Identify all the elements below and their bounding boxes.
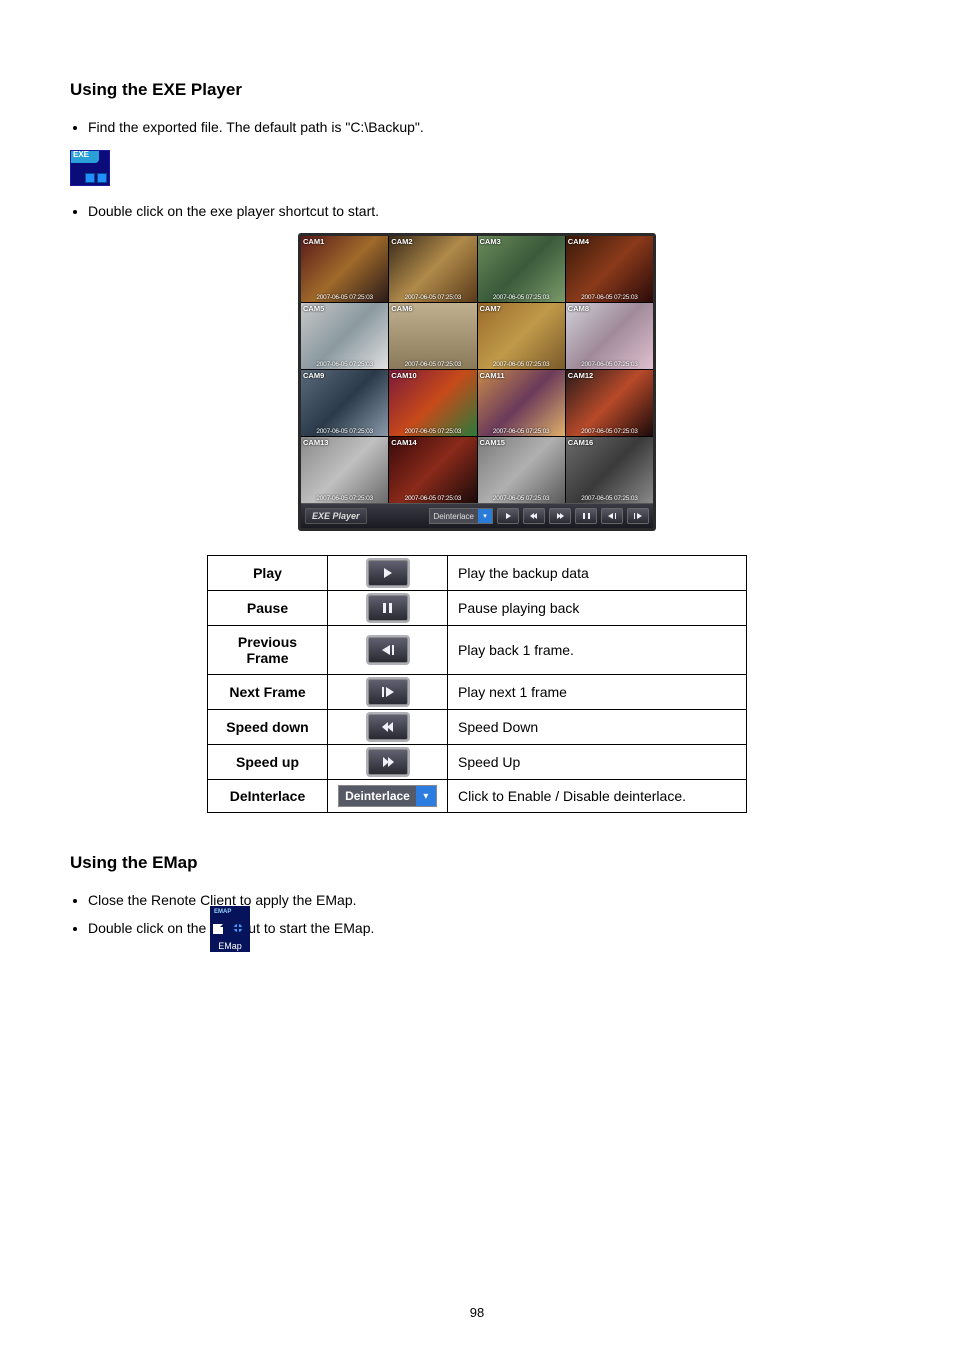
camera-tile: CAM72007-06-05 07:25:03 <box>478 303 565 369</box>
camera-tile: CAM22007-06-05 07:25:03 <box>389 236 476 302</box>
next-frame-icon <box>382 687 394 697</box>
pause-icon <box>383 603 392 613</box>
emap-bullet-2: Double click on the shortcut to start th… <box>88 919 884 939</box>
camera-tile: CAM12007-06-05 07:25:03 <box>301 236 388 302</box>
section-title-emap: Using the EMap <box>70 853 884 873</box>
control-name: DeInterlace <box>208 780 328 813</box>
prev-frame-button[interactable] <box>368 637 408 663</box>
section-title-exe: Using the EXE Player <box>70 80 884 100</box>
table-row: Pause Pause playing back <box>208 591 747 626</box>
camera-tile: CAM52007-06-05 07:25:03 <box>301 303 388 369</box>
player-brand: EXE Player <box>305 508 367 524</box>
pause-button[interactable] <box>368 595 408 621</box>
control-desc: Speed Down <box>448 710 747 745</box>
camera-tile: CAM102007-06-05 07:25:03 <box>389 370 476 436</box>
exe-bullet-1: Find the exported file. The default path… <box>88 118 884 138</box>
deinterlace-label: Deinterlace <box>430 512 478 521</box>
control-name: Pause <box>208 591 328 626</box>
control-name: Speed down <box>208 710 328 745</box>
camera-tile: CAM112007-06-05 07:25:03 <box>478 370 565 436</box>
chevron-down-icon: ▾ <box>416 786 436 806</box>
rewind-icon <box>531 513 537 519</box>
emap-icon: EMAP EMap <box>210 906 250 952</box>
control-desc: Speed Up <box>448 745 747 780</box>
camera-tile: CAM62007-06-05 07:25:03 <box>389 303 476 369</box>
control-desc: Play the backup data <box>448 556 747 591</box>
camera-tile: CAM152007-06-05 07:25:03 <box>478 437 565 503</box>
control-desc: Play back 1 frame. <box>448 626 747 675</box>
fast-forward-button[interactable] <box>368 749 408 775</box>
table-row: Next Frame Play next 1 frame <box>208 675 747 710</box>
player-toolbar: EXE Player Deinterlace ▾ <box>301 503 653 528</box>
play-icon <box>506 513 511 519</box>
table-row: Speed up Speed Up <box>208 745 747 780</box>
camera-tile: CAM132007-06-05 07:25:03 <box>301 437 388 503</box>
exe-bullet-2: Double click on the exe player shortcut … <box>88 202 884 222</box>
emap-icon-caption: EMap <box>210 941 250 951</box>
control-name: Speed up <box>208 745 328 780</box>
control-name: Play <box>208 556 328 591</box>
deinterlace-label: Deinterlace <box>339 789 416 803</box>
prev-frame-icon <box>382 645 394 655</box>
next-frame-button[interactable] <box>368 679 408 705</box>
fast-forward-button[interactable] <box>549 508 571 524</box>
exe-player-icon: EXE <box>70 150 110 186</box>
control-desc: Click to Enable / Disable deinterlace. <box>448 780 747 813</box>
exe-player-window: CAM12007-06-05 07:25:03 CAM22007-06-05 0… <box>298 233 656 531</box>
table-row: Previous Frame Play back 1 frame. <box>208 626 747 675</box>
controls-table: Play Play the backup data Pause Pause pl… <box>207 555 747 813</box>
fast-forward-icon <box>557 513 563 519</box>
table-row: Play Play the backup data <box>208 556 747 591</box>
fast-forward-icon <box>383 757 393 767</box>
emap-icon-toplabel: EMAP <box>214 909 231 915</box>
next-frame-icon <box>634 513 643 519</box>
play-icon <box>384 568 392 578</box>
play-button[interactable] <box>497 508 519 524</box>
table-row: Speed down Speed Down <box>208 710 747 745</box>
camera-tile: CAM92007-06-05 07:25:03 <box>301 370 388 436</box>
prev-frame-icon <box>608 513 617 519</box>
play-button[interactable] <box>368 560 408 586</box>
control-desc: Pause playing back <box>448 591 747 626</box>
emap-bullet-1: Close the Renote Client to apply the EMa… <box>88 891 884 911</box>
camera-tile: CAM32007-06-05 07:25:03 <box>478 236 565 302</box>
pause-button[interactable] <box>575 508 597 524</box>
control-desc: Play next 1 frame <box>448 675 747 710</box>
table-row: DeInterlace Deinterlace ▾ Click to Enabl… <box>208 780 747 813</box>
deinterlace-dropdown[interactable]: Deinterlace ▾ <box>429 508 493 524</box>
deinterlace-dropdown[interactable]: Deinterlace ▾ <box>338 785 437 807</box>
chevron-down-icon: ▾ <box>478 509 492 523</box>
pause-icon <box>583 513 590 519</box>
control-name: Next Frame <box>208 675 328 710</box>
rewind-icon <box>383 722 393 732</box>
camera-tile: CAM142007-06-05 07:25:03 <box>389 437 476 503</box>
page-number: 98 <box>0 1305 954 1320</box>
rewind-button[interactable] <box>368 714 408 740</box>
next-frame-button[interactable] <box>627 508 649 524</box>
camera-tile: CAM82007-06-05 07:25:03 <box>566 303 653 369</box>
camera-tile: CAM122007-06-05 07:25:03 <box>566 370 653 436</box>
exe-icon-label: EXE <box>73 150 89 159</box>
camera-grid: CAM12007-06-05 07:25:03 CAM22007-06-05 0… <box>301 236 653 503</box>
camera-tile: CAM162007-06-05 07:25:03 <box>566 437 653 503</box>
rewind-button[interactable] <box>523 508 545 524</box>
camera-tile: CAM42007-06-05 07:25:03 <box>566 236 653 302</box>
control-name: Previous Frame <box>208 626 328 675</box>
prev-frame-button[interactable] <box>601 508 623 524</box>
